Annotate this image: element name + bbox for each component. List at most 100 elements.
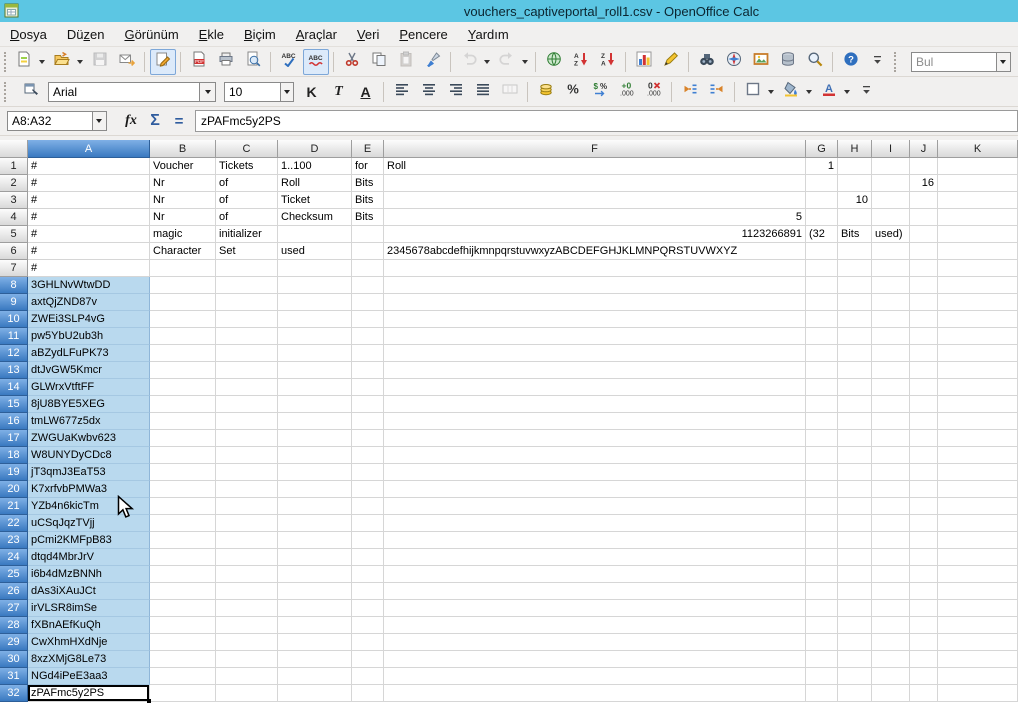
cell-F28[interactable]: [384, 617, 806, 634]
cell-D2[interactable]: Roll: [278, 175, 352, 192]
cell-J12[interactable]: [910, 345, 938, 362]
cell-H4[interactable]: [838, 209, 872, 226]
cut-button[interactable]: [339, 49, 365, 75]
cell-K1[interactable]: [938, 158, 1018, 175]
cell-A19[interactable]: jT3qmJ3EaT53: [28, 464, 150, 481]
cell-I30[interactable]: [872, 651, 910, 668]
cell-F31[interactable]: [384, 668, 806, 685]
cell-B11[interactable]: [150, 328, 216, 345]
align-left-button[interactable]: [389, 79, 415, 105]
cell-G7[interactable]: [806, 260, 838, 277]
align-right-button[interactable]: [443, 79, 469, 105]
cell-H13[interactable]: [838, 362, 872, 379]
column-header-E[interactable]: E: [352, 140, 384, 158]
cell-A22[interactable]: uCSqJqzTVjj: [28, 515, 150, 532]
cell-K11[interactable]: [938, 328, 1018, 345]
toolbar-overflow-button[interactable]: [854, 79, 880, 105]
cell-E8[interactable]: [352, 277, 384, 294]
cell-F32[interactable]: [384, 685, 806, 702]
cell-D32[interactable]: [278, 685, 352, 702]
cell-D27[interactable]: [278, 600, 352, 617]
cell-H32[interactable]: [838, 685, 872, 702]
cell-H3[interactable]: 10: [838, 192, 872, 209]
cell-J15[interactable]: [910, 396, 938, 413]
cell-E31[interactable]: [352, 668, 384, 685]
cell-H15[interactable]: [838, 396, 872, 413]
cell-E19[interactable]: [352, 464, 384, 481]
row-header-30[interactable]: 30: [0, 651, 28, 668]
cell-D12[interactable]: [278, 345, 352, 362]
cell-F27[interactable]: [384, 600, 806, 617]
cell-K18[interactable]: [938, 447, 1018, 464]
cell-C8[interactable]: [216, 277, 278, 294]
cell-H1[interactable]: [838, 158, 872, 175]
cell-H12[interactable]: [838, 345, 872, 362]
auto-spellcheck-button[interactable]: ABC: [303, 49, 329, 75]
cell-F4[interactable]: 5: [384, 209, 806, 226]
new-document-dropdown-button[interactable]: [37, 50, 46, 74]
cell-E13[interactable]: [352, 362, 384, 379]
cell-G26[interactable]: [806, 583, 838, 600]
cell-J16[interactable]: [910, 413, 938, 430]
cell-A30[interactable]: 8xzXMjG8Le73: [28, 651, 150, 668]
name-box-input[interactable]: [8, 112, 92, 130]
font-size-input[interactable]: [225, 83, 280, 101]
cell-J3[interactable]: [910, 192, 938, 209]
cell-E6[interactable]: [352, 243, 384, 260]
cell-G20[interactable]: [806, 481, 838, 498]
row-header-8[interactable]: 8: [0, 277, 28, 294]
cell-K3[interactable]: [938, 192, 1018, 209]
cell-D19[interactable]: [278, 464, 352, 481]
cell-D23[interactable]: [278, 532, 352, 549]
cell-D6[interactable]: used: [278, 243, 352, 260]
merge-cells-button[interactable]: [497, 79, 523, 105]
font-name-dropdown-button[interactable]: [199, 83, 215, 101]
redo-button[interactable]: [494, 49, 520, 75]
row-header-13[interactable]: 13: [0, 362, 28, 379]
cell-E12[interactable]: [352, 345, 384, 362]
cell-E10[interactable]: [352, 311, 384, 328]
cell-G13[interactable]: [806, 362, 838, 379]
cell-J20[interactable]: [910, 481, 938, 498]
cell-G18[interactable]: [806, 447, 838, 464]
cell-C12[interactable]: [216, 345, 278, 362]
cell-F7[interactable]: [384, 260, 806, 277]
cell-I29[interactable]: [872, 634, 910, 651]
cell-B27[interactable]: [150, 600, 216, 617]
cell-E26[interactable]: [352, 583, 384, 600]
column-header-D[interactable]: D: [278, 140, 352, 158]
column-header-J[interactable]: J: [910, 140, 938, 158]
cell-A21[interactable]: YZb4n6kicTm: [28, 498, 150, 515]
cell-J2[interactable]: 16: [910, 175, 938, 192]
cell-A32[interactable]: zPAFmc5y2PS: [28, 685, 150, 702]
cell-D5[interactable]: [278, 226, 352, 243]
data-sources-button[interactable]: [775, 49, 801, 75]
cell-B7[interactable]: [150, 260, 216, 277]
cell-A4[interactable]: #: [28, 209, 150, 226]
column-header-A[interactable]: A: [28, 140, 150, 158]
spellcheck-button[interactable]: ABC: [276, 49, 302, 75]
sort-ascending-button[interactable]: AZ: [568, 49, 594, 75]
cell-D21[interactable]: [278, 498, 352, 515]
cell-F18[interactable]: [384, 447, 806, 464]
row-header-14[interactable]: 14: [0, 379, 28, 396]
cell-I22[interactable]: [872, 515, 910, 532]
cell-J24[interactable]: [910, 549, 938, 566]
cell-C26[interactable]: [216, 583, 278, 600]
cell-B28[interactable]: [150, 617, 216, 634]
cell-A29[interactable]: CwXhmHXdNje: [28, 634, 150, 651]
standard-format-button[interactable]: $%: [587, 79, 613, 105]
cell-E18[interactable]: [352, 447, 384, 464]
cell-B1[interactable]: Voucher: [150, 158, 216, 175]
cell-D10[interactable]: [278, 311, 352, 328]
cell-G12[interactable]: [806, 345, 838, 362]
cell-F13[interactable]: [384, 362, 806, 379]
cell-I8[interactable]: [872, 277, 910, 294]
row-header-15[interactable]: 15: [0, 396, 28, 413]
cell-E21[interactable]: [352, 498, 384, 515]
cell-F16[interactable]: [384, 413, 806, 430]
cell-I11[interactable]: [872, 328, 910, 345]
cell-J27[interactable]: [910, 600, 938, 617]
cell-J13[interactable]: [910, 362, 938, 379]
column-header-H[interactable]: H: [838, 140, 872, 158]
